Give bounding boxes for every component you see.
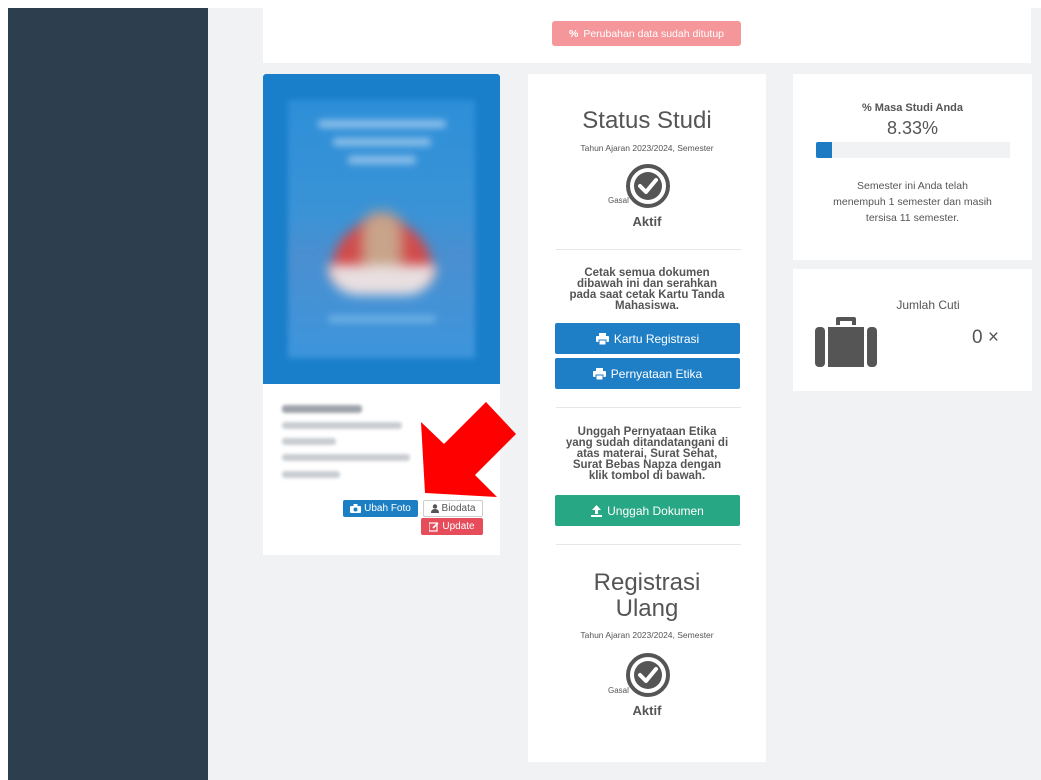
status-studi-title: Status Studi: [582, 107, 712, 134]
upload-document-button[interactable]: Unggah Dokumen: [555, 495, 740, 526]
top-panel: % Perubahan data sudah ditutup: [263, 8, 1031, 63]
registrasi-year-text: Tahun Ajaran 2023/2024, Semester: [580, 630, 714, 640]
data-closed-label: Perubahan data sudah ditutup: [583, 27, 725, 40]
registrasi-status-value: Aktif: [632, 703, 662, 718]
update-button[interactable]: Update: [421, 518, 483, 535]
divider: [556, 407, 741, 408]
study-period-percent: 8.33%: [886, 118, 939, 138]
check-circle-icon: [626, 164, 670, 208]
leave-count-value: 0 ×: [972, 327, 999, 348]
profile-card: Ubah Foto Biodata Update: [263, 74, 500, 555]
data-closed-button[interactable]: % Perubahan data sudah ditutup: [552, 21, 741, 46]
user-icon: [430, 504, 439, 513]
study-period-progress-bar: [816, 142, 1010, 158]
suitcase-icon: [815, 317, 877, 367]
upload-icon: [591, 504, 603, 517]
print-icon: [592, 367, 606, 380]
divider: [556, 544, 741, 545]
divider: [556, 249, 741, 250]
main-content: % Perubahan data sudah ditutup Ubah Foto: [208, 8, 1041, 780]
leave-count-title: Jumlah Cuti: [896, 298, 960, 312]
check-circle-icon: [626, 653, 670, 697]
leave-count-card: Jumlah Cuti 0 ×: [793, 269, 1032, 391]
study-period-card: % Masa Studi Anda 8.33% Semester ini And…: [793, 74, 1032, 260]
status-year-text: Tahun Ajaran 2023/2024, Semester: [580, 143, 714, 153]
change-photo-button[interactable]: Ubah Foto: [343, 500, 418, 517]
print-ethics-statement-button[interactable]: Pernyataan Etika: [555, 358, 740, 389]
edit-icon: [429, 521, 439, 532]
study-period-description: Semester ini Anda telah menempuh 1 semes…: [833, 180, 992, 224]
study-period-progress-fill: [816, 142, 833, 158]
status-panel: Status Studi Tahun Ajaran 2023/2024, Sem…: [528, 74, 766, 762]
study-period-title: % Masa Studi Anda: [861, 102, 964, 114]
registrasi-ulang-title: Registrasi Ulang: [593, 569, 701, 622]
profile-photo: [263, 74, 500, 384]
upload-instructions: Unggah Pernyataan Etika yang sudah ditan…: [565, 426, 729, 482]
percent-icon: %: [568, 27, 579, 40]
status-studi-value: Aktif: [632, 214, 662, 229]
print-registration-card-button[interactable]: Kartu Registrasi: [555, 323, 740, 354]
camera-icon: [350, 504, 362, 513]
print-icon: [595, 332, 609, 345]
cetak-instructions: Cetak semua dokumen dibawah ini dan sera…: [569, 267, 725, 312]
biodata-button[interactable]: Biodata: [423, 500, 483, 517]
sidebar: [8, 8, 208, 780]
